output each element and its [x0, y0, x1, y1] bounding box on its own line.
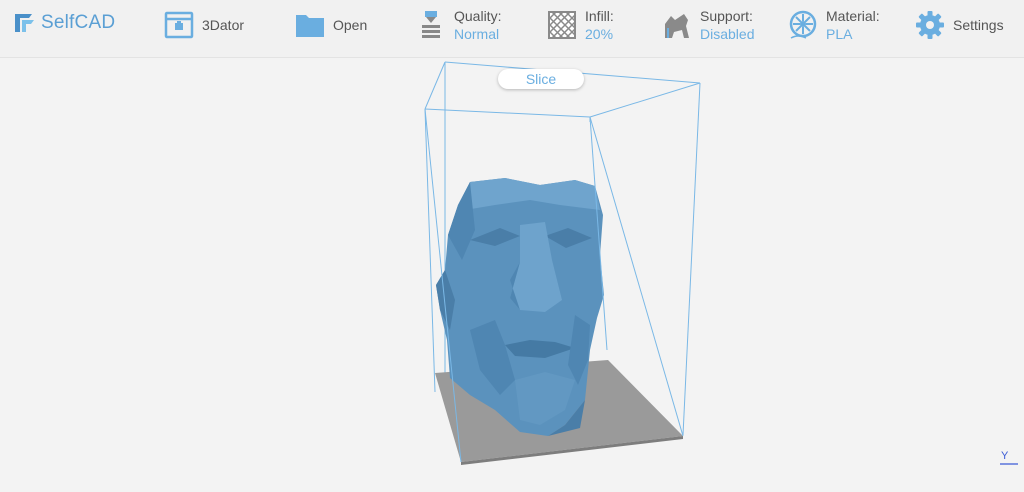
infill-label: Infill: — [585, 8, 614, 24]
infill-icon — [548, 11, 576, 39]
filament-spool-icon — [789, 10, 817, 39]
printer-label: 3Dator — [202, 17, 245, 33]
support-button[interactable]: Support: Disabled — [662, 4, 754, 46]
scene-canvas — [424, 61, 1018, 465]
selfcad-logo-icon — [15, 14, 34, 32]
settings-label: Settings — [953, 17, 1004, 33]
quality-value: Normal — [454, 26, 500, 42]
material-button[interactable]: Material: PLA — [788, 4, 880, 46]
print-quality-icon — [422, 11, 440, 38]
printer-icon — [164, 11, 194, 39]
material-label: Material: — [826, 8, 880, 24]
logo-text: SelfCAD — [41, 12, 116, 33]
support-icon — [665, 14, 689, 38]
printer-button[interactable]: 3Dator — [164, 4, 244, 46]
top-toolbar: SelfCAD 3Dator Open Quality: Normal Infi… — [0, 0, 1024, 58]
3d-viewport[interactable]: Slice Y — [0, 58, 1024, 492]
support-label: Support: — [700, 8, 753, 24]
infill-value: 20% — [585, 26, 614, 42]
y-axis-label: Y — [1001, 450, 1009, 462]
open-button[interactable]: Open — [295, 4, 367, 46]
gear-icon — [916, 11, 944, 39]
open-label: Open — [333, 17, 368, 33]
selfcad-logo: SelfCAD — [12, 10, 115, 36]
material-value: PLA — [826, 26, 853, 42]
folder-icon — [296, 15, 324, 37]
settings-button[interactable]: Settings — [915, 4, 1004, 46]
infill-button[interactable]: Infill: 20% — [547, 4, 614, 46]
quality-label: Quality: — [454, 8, 502, 24]
quality-button[interactable]: Quality: Normal — [416, 4, 501, 46]
support-value: Disabled — [700, 26, 755, 42]
slice-button[interactable]: Slice — [498, 69, 584, 89]
